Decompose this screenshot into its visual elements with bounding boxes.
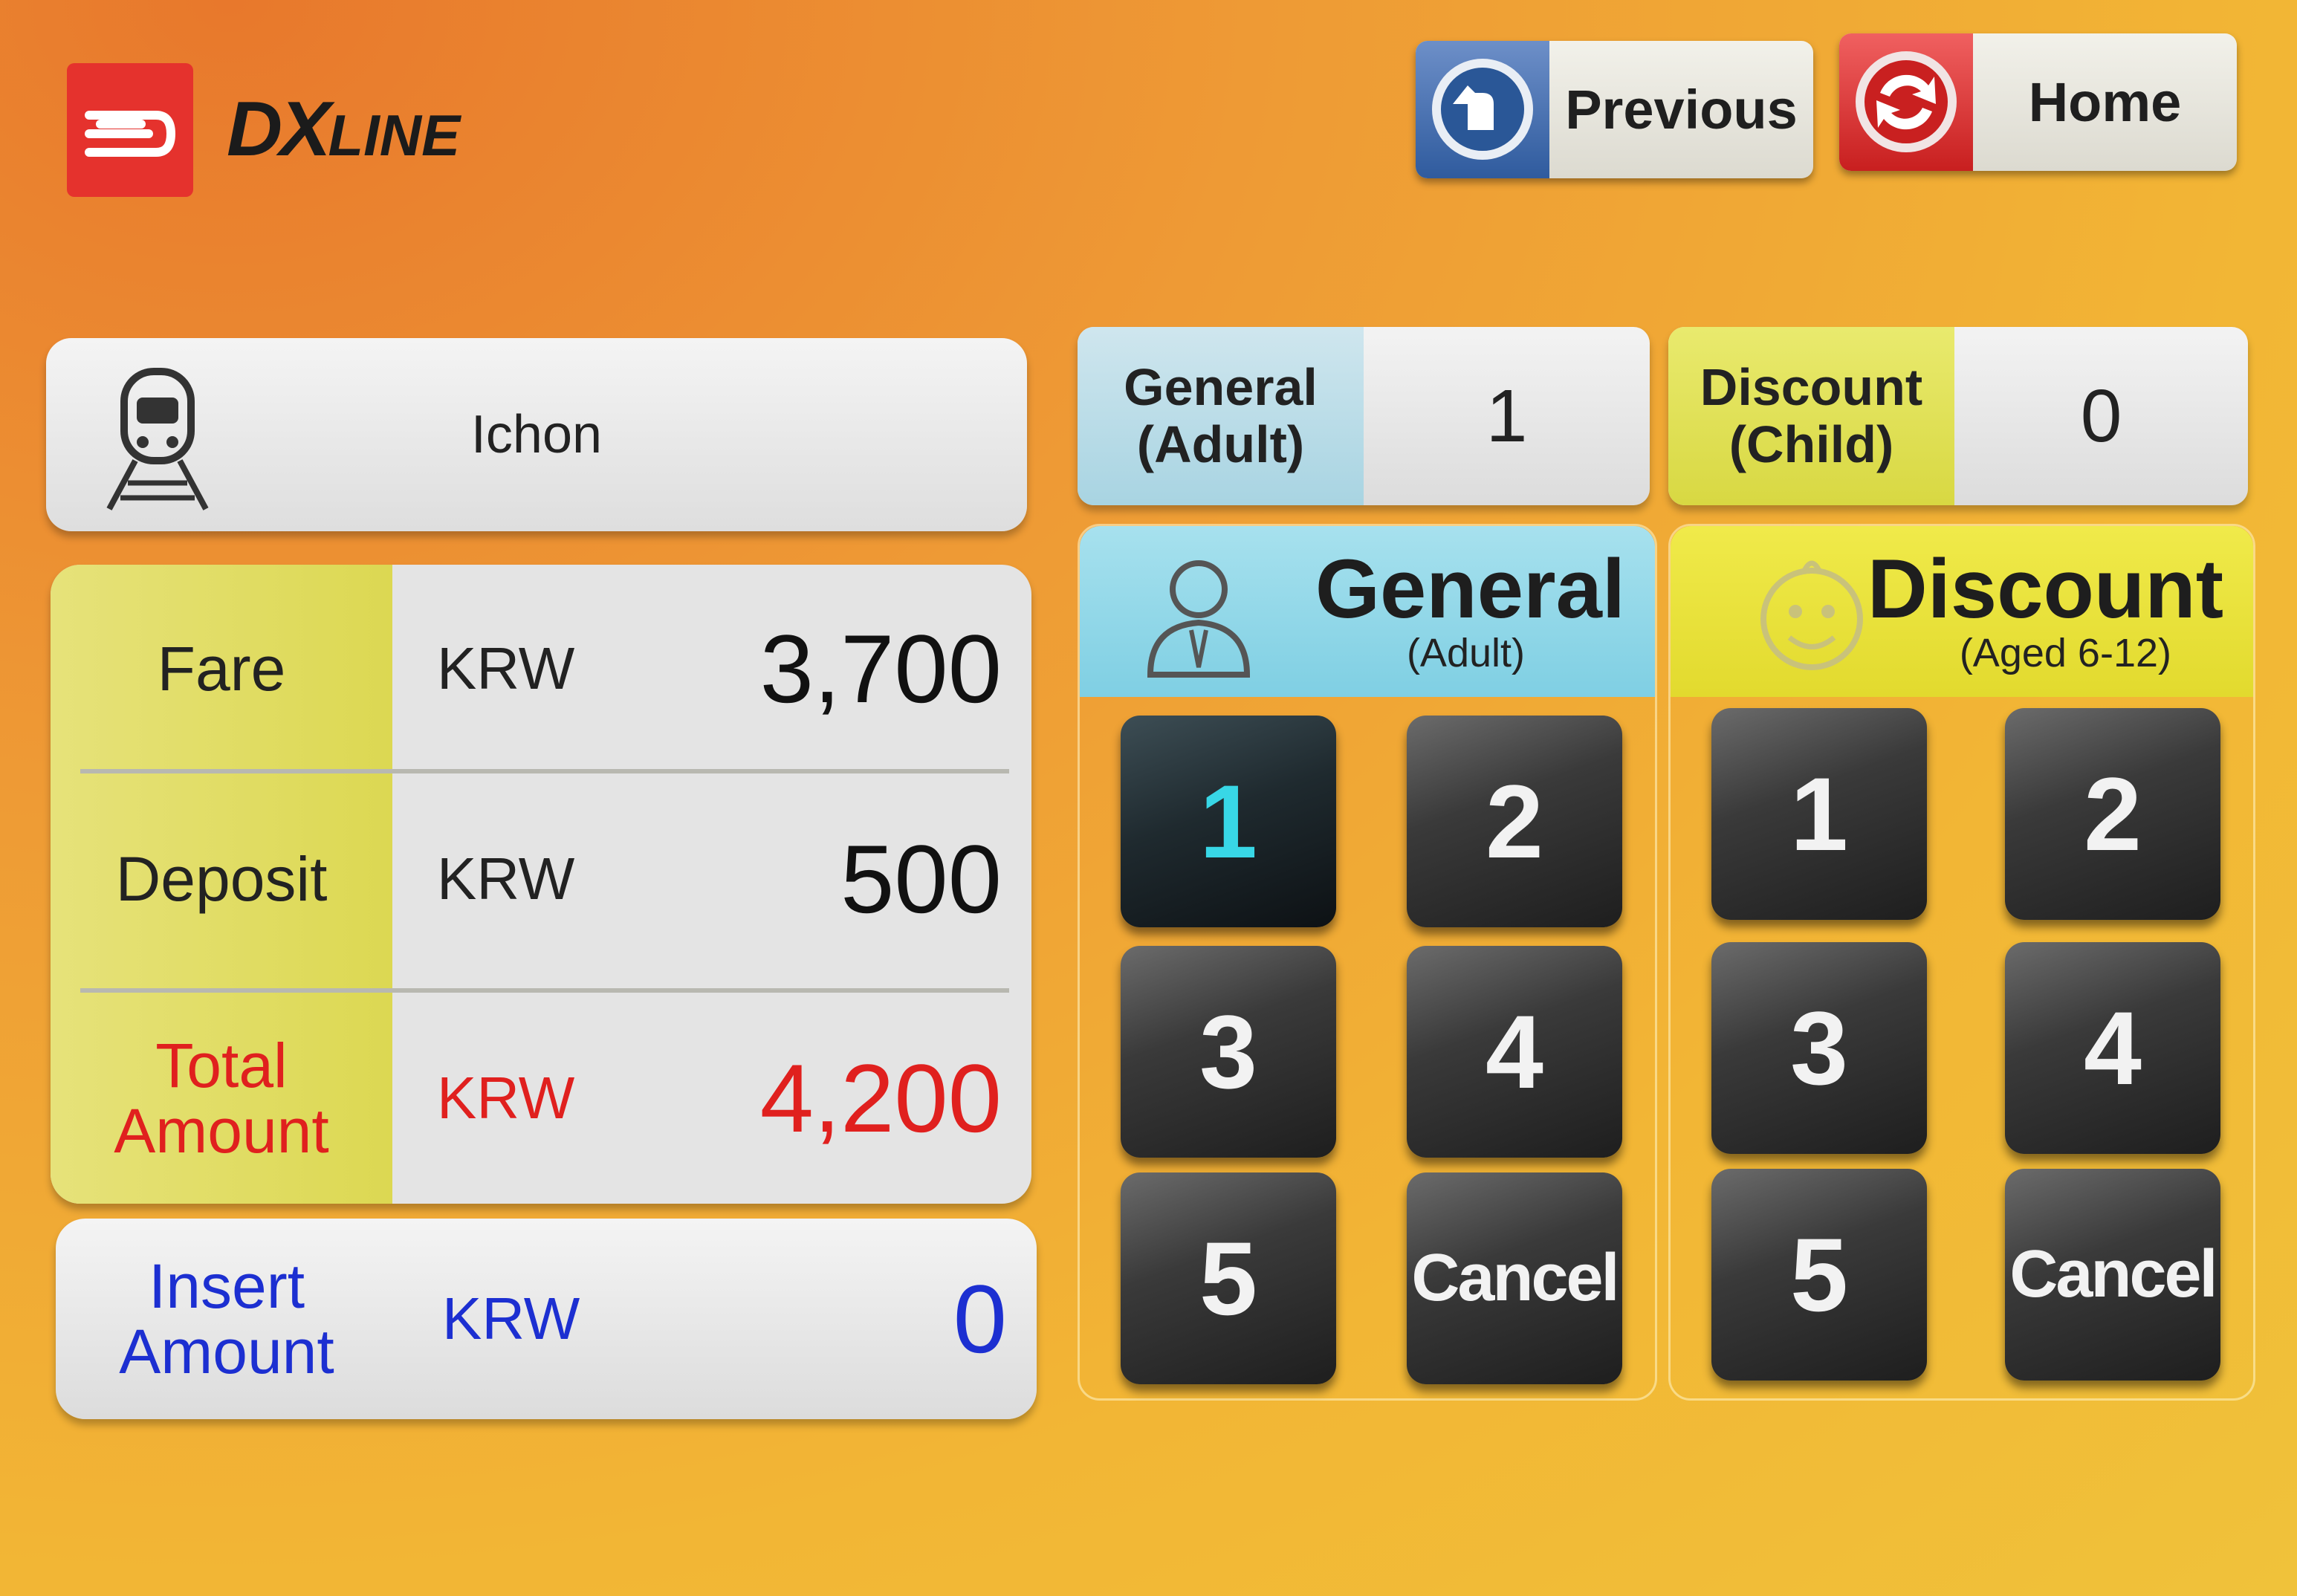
destination-name: Ichon: [470, 405, 603, 464]
divider: [80, 769, 1009, 773]
destination-display: Ichon: [46, 338, 1027, 531]
general-keypad-subtitle: (Adult): [1406, 631, 1525, 675]
insert-amount-panel: Insert Amount KRW 0: [56, 1219, 1037, 1419]
brand-name: DXLINE: [227, 86, 461, 172]
discount-keypad-header: Discount (Aged 6-12): [1671, 526, 2253, 697]
discount-keypad: Discount (Aged 6-12) 1 2 3 4 5 Cancel: [1668, 524, 2255, 1401]
discount-count-label: Discount (Child): [1668, 327, 1954, 505]
discount-count-value: 0: [2080, 374, 2122, 458]
discount-key-3[interactable]: 3: [1711, 942, 1927, 1154]
deposit-value: 500: [840, 825, 1002, 933]
deposit-label: Deposit: [115, 843, 328, 914]
discount-keypad-subtitle: (Aged 6-12): [1959, 631, 2171, 675]
insert-label: Insert Amount: [119, 1250, 334, 1386]
total-currency: KRW: [437, 1065, 575, 1131]
deposit-currency: KRW: [437, 846, 575, 912]
home-button[interactable]: Home: [1839, 33, 2237, 171]
general-key-3[interactable]: 3: [1121, 946, 1336, 1158]
previous-label: Previous: [1565, 79, 1798, 140]
general-count-value: 1: [1486, 374, 1528, 458]
fare-label: Fare: [157, 633, 286, 704]
deposit-row: Deposit KRW 500: [51, 775, 1031, 983]
back-arrow-icon: [1416, 41, 1549, 178]
general-cancel-button[interactable]: Cancel: [1407, 1172, 1622, 1384]
previous-button[interactable]: Previous: [1416, 41, 1813, 178]
general-keypad-title: General: [1315, 542, 1625, 635]
general-keypad: General (Adult) 1 2 3 4 5 Cancel: [1078, 524, 1657, 1401]
total-value: 4,200: [759, 1044, 1002, 1152]
general-key-5[interactable]: 5: [1121, 1172, 1336, 1384]
discount-key-4[interactable]: 4: [2005, 942, 2220, 1154]
home-label: Home: [2028, 71, 2182, 133]
total-label: Total Amount: [114, 1030, 329, 1166]
general-count-label: General (Adult): [1078, 327, 1364, 505]
general-count-display: General (Adult) 1: [1078, 327, 1650, 505]
logo-icon: [67, 63, 193, 197]
adult-person-icon: [1132, 548, 1266, 682]
fare-value: 3,700: [759, 614, 1002, 723]
home-refresh-icon: [1839, 33, 1973, 171]
insert-value: 0: [953, 1265, 1007, 1373]
discount-key-1[interactable]: 1: [1711, 708, 1927, 920]
general-keypad-header: General (Adult): [1080, 526, 1655, 697]
general-key-4[interactable]: 4: [1407, 946, 1622, 1158]
discount-cancel-button[interactable]: Cancel: [2005, 1169, 2220, 1381]
discount-key-2[interactable]: 2: [2005, 708, 2220, 920]
fare-row: Fare KRW 3,700: [51, 565, 1031, 773]
discount-key-5[interactable]: 5: [1711, 1169, 1927, 1381]
discount-count-display: Discount (Child) 0: [1668, 327, 2248, 505]
general-key-1[interactable]: 1: [1121, 716, 1336, 927]
insert-currency: KRW: [442, 1285, 580, 1352]
general-key-2[interactable]: 2: [1407, 716, 1622, 927]
divider: [80, 988, 1009, 993]
child-face-icon: [1745, 548, 1879, 682]
total-row: Total Amount KRW 4,200: [51, 994, 1031, 1202]
fare-currency: KRW: [437, 635, 575, 701]
fare-summary-panel: Fare KRW 3,700 Deposit KRW 500 Total Amou…: [51, 565, 1031, 1204]
discount-keypad-title: Discount: [1867, 542, 2223, 635]
